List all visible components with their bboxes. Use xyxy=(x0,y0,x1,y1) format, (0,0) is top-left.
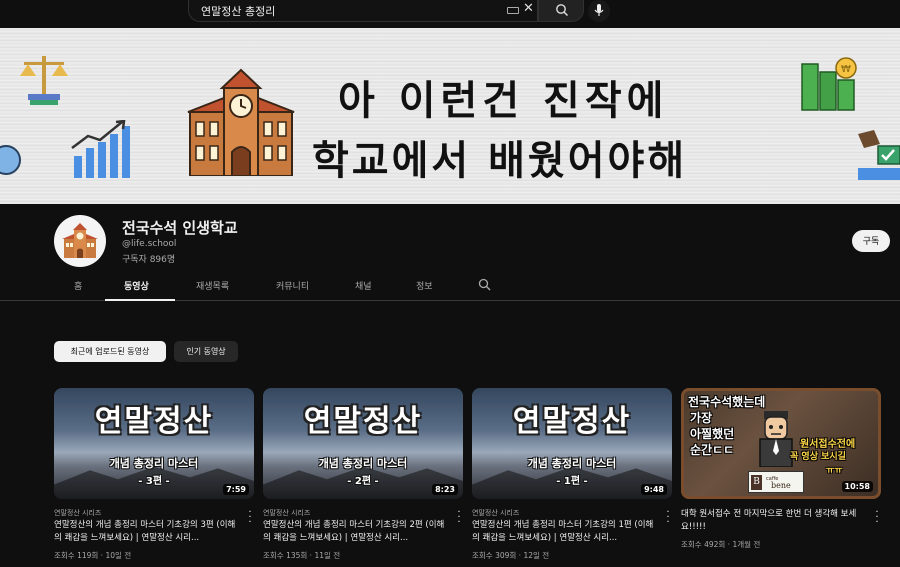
flask-icon xyxy=(0,145,21,175)
banner-headline-2: 학교에서 배웠어야해 xyxy=(312,138,688,184)
video-card[interactable]: 연말정산 개념 총정리 마스터 - 3편 - 7:59 연말정산 시리즈 연말정… xyxy=(54,388,254,560)
chart-icon xyxy=(71,120,130,178)
thumbnail-caption: 원서접수전에 xyxy=(800,439,856,450)
thumbnail-line: 전국수석했는데 xyxy=(688,395,766,409)
thumbnail-subtitle: 개념 총정리 마스터 xyxy=(318,457,408,470)
more-options-icon[interactable]: · · · xyxy=(874,508,880,528)
check-card-icon xyxy=(858,130,900,180)
thumbnail-caption: 꼭 영상 보시길 xyxy=(790,452,846,462)
thumbnail-line: 아찔했던 xyxy=(690,427,735,441)
cafe-sign: B caffe bene xyxy=(748,471,804,493)
thumbnail-line: 가장 xyxy=(690,411,713,425)
chip-popular[interactable]: 인기 동영상 xyxy=(174,341,238,362)
channel-avatar[interactable] xyxy=(54,215,106,267)
video-series[interactable]: 연말정산 시리즈 xyxy=(54,508,101,518)
video-thumbnail[interactable]: 연말정산 개념 총정리 마스터 - 1편 - 9:48 xyxy=(472,388,672,499)
cafe-sign-letter: B xyxy=(751,475,762,490)
thumbnail-title: 연말정산 xyxy=(512,404,632,439)
search-query[interactable]: 연말정산 총정리 xyxy=(201,3,275,19)
video-meta: 조회수 492회 · 1개월 전 xyxy=(681,540,761,549)
video-card[interactable]: 연말정산 개념 총정리 마스터 - 2편 - 8:23 연말정산 시리즈 연말정… xyxy=(263,388,463,560)
scales-icon xyxy=(20,56,68,105)
channel-handle: @life.school xyxy=(122,239,177,249)
thumbnail-subtitle: 개념 총정리 마스터 xyxy=(527,457,617,470)
video-meta: 조회수 309회 · 12일 전 xyxy=(472,551,550,560)
cafe-sign-brand: bene xyxy=(771,481,791,490)
video-title[interactable]: 연말정산의 개념 총정리 마스터 기초강의 1편 (이해의 쾌감을 느껴보세요)… xyxy=(472,519,660,545)
more-options-icon[interactable]: · · · xyxy=(247,508,253,528)
video-duration: 10:58 xyxy=(841,481,873,492)
voice-search-button[interactable] xyxy=(588,0,610,22)
search-button[interactable] xyxy=(538,0,584,22)
search-icon[interactable] xyxy=(478,278,491,291)
video-thumbnail[interactable]: 연말정산 개념 총정리 마스터 - 3편 - 7:59 xyxy=(54,388,254,499)
close-icon[interactable]: ✕ xyxy=(523,1,534,16)
search-input[interactable]: 연말정산 총정리 ✕ xyxy=(188,0,538,22)
video-title[interactable]: 대학 원서접수 전 마지막으로 한번 더 생각해 보세요!!!!! xyxy=(681,508,869,534)
thumbnail-title: 연말정산 xyxy=(303,404,423,439)
video-thumbnail[interactable]: 연말정산 개념 총정리 마스터 - 2편 - 8:23 xyxy=(263,388,463,499)
video-series[interactable]: 연말정산 시리즈 xyxy=(472,508,519,518)
subscribe-button[interactable]: 구독 xyxy=(852,230,890,252)
money-stack-icon: ₩ xyxy=(801,57,857,111)
keyboard-icon[interactable] xyxy=(507,7,519,14)
channel-name: 전국수석 인생학교 xyxy=(122,219,238,237)
thumbnail-title: 연말정산 xyxy=(94,404,214,439)
video-card[interactable]: 전국수석했는데 가장 아찔했던 순간ㄷㄷ 원서접수전에 꼭 영상 보시길 ㅠㅠ … xyxy=(681,388,881,549)
video-series[interactable]: 연말정산 시리즈 xyxy=(263,508,310,518)
school-building-icon xyxy=(62,223,98,258)
chip-recent-uploads[interactable]: 최근에 업로드된 동영상 xyxy=(54,341,166,362)
subscriber-count: 구독자 896명 xyxy=(122,255,176,265)
channel-banner: 아 이런건 진작에 학교에서 배웠어야해 ₩ xyxy=(0,28,900,204)
thumbnail-line: 순간ㄷㄷ xyxy=(690,443,735,457)
banner-headline-1: 아 이런건 진작에 xyxy=(338,78,669,124)
more-options-icon[interactable]: · · · xyxy=(665,508,671,528)
video-title[interactable]: 연말정산의 개념 총정리 마스터 기초강의 3편 (이해의 쾌감을 느껴보세요)… xyxy=(54,519,242,545)
video-duration: 8:23 xyxy=(432,484,458,495)
thumbnail-subtitle: 개념 총정리 마스터 xyxy=(109,457,199,470)
school-building-icon xyxy=(187,68,295,176)
mic-icon xyxy=(594,4,604,16)
video-title[interactable]: 연말정산의 개념 총정리 마스터 기초강의 2편 (이해의 쾌감을 느껴보세요)… xyxy=(263,519,451,545)
search-icon xyxy=(556,4,569,17)
video-meta: 조회수 135회 · 11일 전 xyxy=(263,551,341,560)
tab-channels[interactable]: 채널 xyxy=(355,279,372,292)
video-meta: 조회수 119회 · 10일 전 xyxy=(54,551,132,560)
video-duration: 7:59 xyxy=(223,484,249,495)
more-options-icon[interactable]: · · · xyxy=(456,508,462,528)
tab-about[interactable]: 정보 xyxy=(416,279,433,292)
active-tab-indicator xyxy=(105,299,175,301)
thumbnail-caption: ㅠㅠ xyxy=(826,466,843,476)
video-duration: 9:48 xyxy=(641,484,667,495)
svg-text:₩: ₩ xyxy=(841,64,851,75)
video-thumbnail[interactable]: 전국수석했는데 가장 아찔했던 순간ㄷㄷ 원서접수전에 꼭 영상 보시길 ㅠㅠ … xyxy=(681,388,881,499)
tab-community[interactable]: 커뮤니티 xyxy=(276,279,309,292)
tab-playlists[interactable]: 재생목록 xyxy=(196,279,229,292)
video-card[interactable]: 연말정산 개념 총정리 마스터 - 1편 - 9:48 연말정산 시리즈 연말정… xyxy=(472,388,672,560)
tab-videos[interactable]: 동영상 xyxy=(124,279,149,292)
tab-home[interactable]: 홈 xyxy=(74,279,82,292)
top-bar: 연말정산 총정리 ✕ xyxy=(0,0,900,28)
channel-tabs: 홈 동영상 재생목록 커뮤니티 채널 정보 xyxy=(0,272,900,301)
